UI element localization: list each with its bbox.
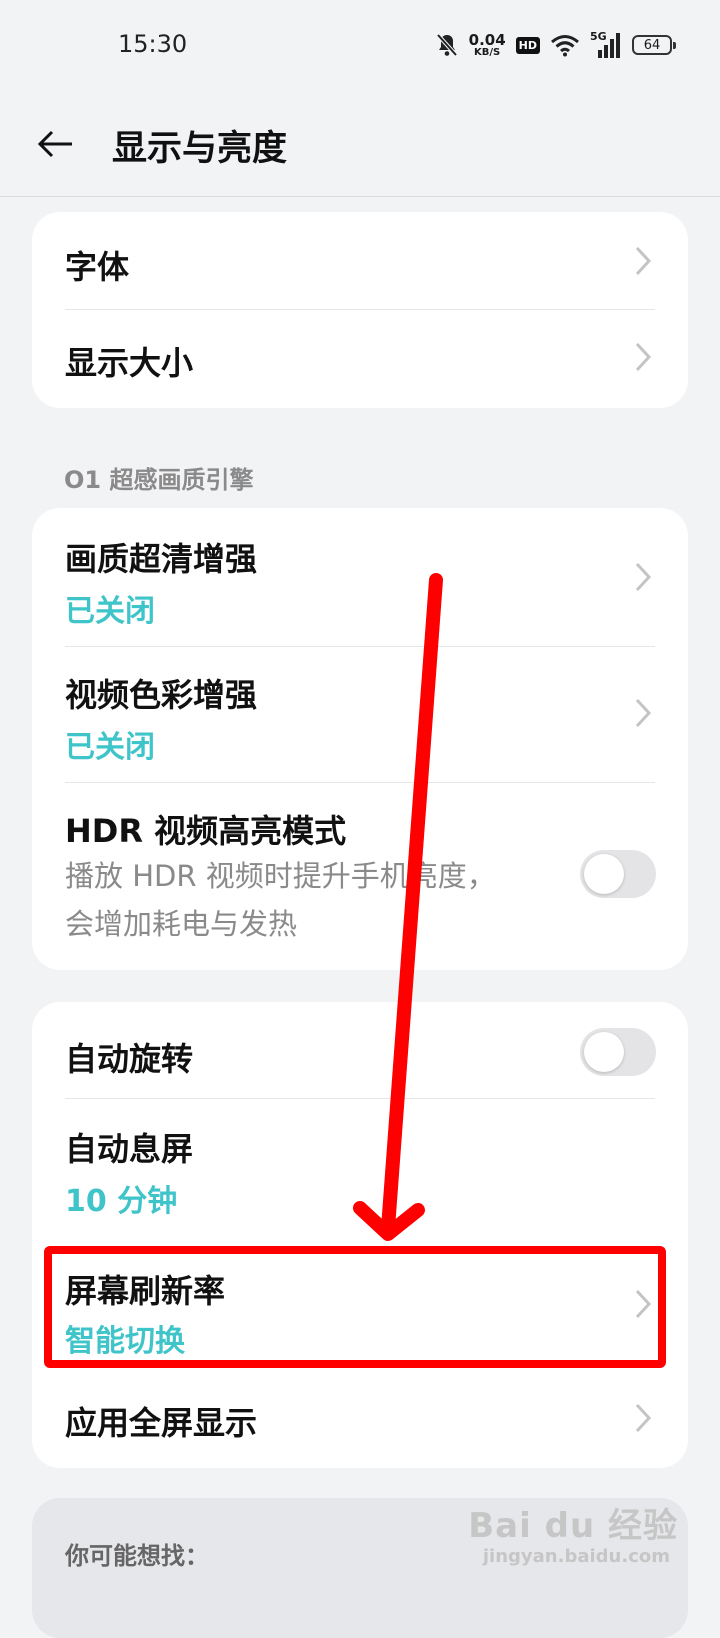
settings-item-hdr-mode: HDR 视频高亮模式 播放 HDR 视频时提升手机亮度， 会增加耗电与发热 (32, 782, 688, 970)
chevron-right-icon (635, 698, 652, 728)
battery-icon: 64 (632, 35, 676, 55)
settings-item-fullscreen-apps[interactable]: 应用全屏显示 (32, 1370, 688, 1468)
hdr-mode-toggle[interactable] (580, 850, 656, 898)
network-speed: 0.04 KB/S (468, 30, 506, 58)
settings-item-video-color[interactable]: 视频色彩增强 已关闭 (32, 646, 688, 782)
settings-item-label: 自动息屏 (65, 1130, 194, 1168)
annotation-highlight-box (44, 1246, 666, 1368)
settings-item-label: 显示大小 (65, 344, 194, 382)
wifi-icon (551, 35, 579, 57)
settings-item-label: 字体 (65, 248, 130, 286)
settings-item-value: 已关闭 (65, 730, 155, 765)
settings-item-auto-rotate: 自动旋转 (32, 1002, 688, 1100)
settings-item-screen-timeout[interactable]: 自动息屏 10 分钟 (32, 1098, 688, 1244)
watermark-site: jingyan.baidu.com (482, 1546, 670, 1567)
auto-rotate-toggle[interactable] (580, 1028, 656, 1076)
settings-item-description: 会增加耗电与发热 (65, 907, 298, 941)
settings-item-value: 10 分钟 (65, 1184, 178, 1219)
page-title: 显示与亮度 (112, 129, 288, 169)
settings-item-label: 画质超清增强 (65, 540, 258, 578)
battery-level: 64 (643, 37, 661, 53)
card-screen-settings: 自动旋转 自动息屏 10 分钟 屏幕刷新率 智能切换 应用全屏显示 (32, 1002, 688, 1468)
settings-item-value: 已关闭 (65, 594, 155, 629)
speed-value: 0.04 (468, 30, 506, 49)
back-arrow-icon[interactable] (36, 124, 76, 164)
chevron-right-icon (635, 562, 652, 592)
speed-unit: KB/S (474, 46, 501, 58)
section-header: O1 超感画质引擎 (64, 466, 254, 494)
card-text-settings: 字体 显示大小 (32, 212, 688, 408)
card-image-engine: 画质超清增强 已关闭 视频色彩增强 已关闭 HDR 视频高亮模式 播放 HDR … (32, 508, 688, 970)
settings-item-label: 自动旋转 (65, 1040, 194, 1078)
app-header: 显示与亮度 (0, 92, 720, 197)
chevron-right-icon (635, 342, 652, 372)
settings-item-display-size[interactable]: 显示大小 (32, 310, 688, 408)
settings-item-font[interactable]: 字体 (32, 212, 688, 310)
settings-item-label: 应用全屏显示 (65, 1404, 258, 1442)
status-icons: 0.04 KB/S HD 5G 64 (435, 28, 676, 62)
settings-item-image-enhance[interactable]: 画质超清增强 已关闭 (32, 508, 688, 646)
settings-item-description: 播放 HDR 视频时提升手机亮度， (65, 859, 496, 893)
chevron-right-icon (635, 246, 652, 276)
settings-item-label: 视频色彩增强 (65, 676, 258, 714)
settings-item-label: HDR 视频高亮模式 (65, 812, 347, 850)
toggle-knob (584, 1032, 624, 1072)
toggle-knob (584, 854, 624, 894)
cellular-signal-icon: 5G (590, 30, 622, 58)
watermark: Bai du 经验 jingyan.baidu.com (468, 1498, 678, 1567)
suggestions-label: 你可能想找： (65, 1542, 209, 1570)
status-time: 15:30 (118, 30, 188, 58)
chevron-right-icon (635, 1403, 652, 1433)
hd-icon: HD (515, 36, 540, 54)
bell-muted-icon (436, 33, 458, 57)
watermark-brand: Bai du 经验 (468, 1506, 678, 1546)
status-bar: 15:30 0.04 KB/S HD 5G 64 (0, 0, 720, 92)
